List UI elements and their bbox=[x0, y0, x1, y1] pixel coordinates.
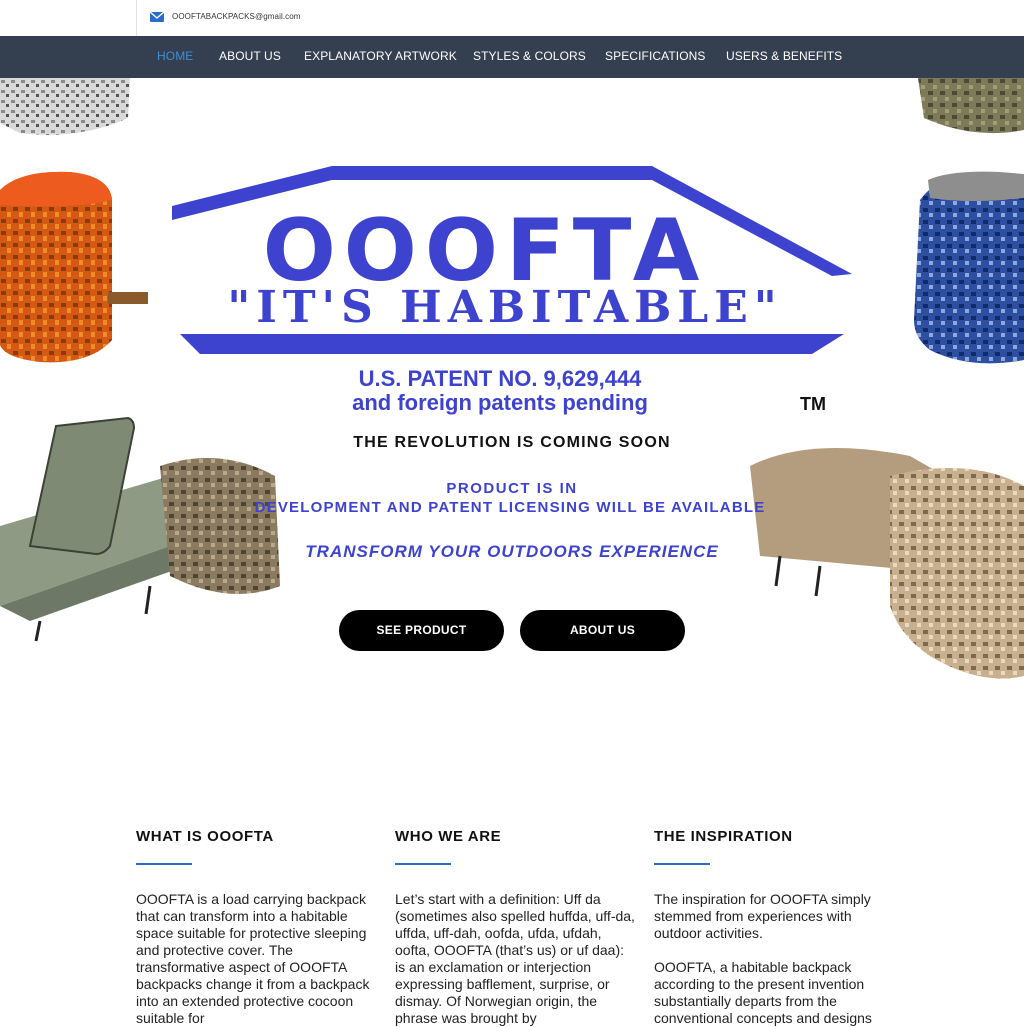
heading-underline bbox=[654, 863, 710, 865]
column-heading: WHO WE ARE bbox=[395, 828, 502, 845]
column-text: The inspiration for OOOFTA simply stemme… bbox=[654, 891, 871, 941]
logo-tagline: "IT'S HABITABLE" bbox=[227, 282, 783, 333]
see-product-button[interactable]: SEE PRODUCT bbox=[339, 610, 504, 651]
heading-underline bbox=[136, 863, 192, 865]
contact-email[interactable]: OOOFTABACKPACKS@gmail.com bbox=[172, 12, 301, 21]
column-text: OOOFTA, a habitable backpack according t… bbox=[654, 959, 872, 1026]
envelope-icon bbox=[150, 12, 164, 22]
backpack-image-orange bbox=[0, 171, 148, 363]
nav-styles-colors[interactable]: STYLES & COLORS bbox=[473, 49, 586, 63]
cot-image-desert bbox=[750, 448, 1024, 679]
patent-number: U.S. PATENT NO. 9,629,444 bbox=[358, 366, 642, 391]
column-what-is: WHAT IS OOOFTA OOOFTA is a load carrying… bbox=[136, 828, 376, 1027]
about-us-button[interactable]: ABOUT US bbox=[520, 610, 685, 651]
backpack-image-top-left bbox=[0, 78, 130, 135]
revolution-headline: THE REVOLUTION IS COMING SOON bbox=[353, 434, 671, 451]
main-nav: HOME ABOUT US EXPLANATORY ARTWORK STYLES… bbox=[0, 36, 1024, 78]
column-who-we-are: WHO WE ARE Let’s start with a definition… bbox=[395, 828, 635, 1027]
cot-image-green bbox=[0, 416, 280, 642]
column-text: Let’s start with a definition: Uff da (s… bbox=[395, 891, 635, 1026]
nav-about-us[interactable]: ABOUT US bbox=[219, 49, 281, 63]
nav-specifications[interactable]: SPECIFICATIONS bbox=[605, 49, 706, 63]
top-bar-divider bbox=[136, 0, 137, 36]
trademark-symbol: TM bbox=[800, 394, 826, 414]
column-heading: WHAT IS OOOFTA bbox=[136, 828, 274, 845]
nav-explanatory-artwork[interactable]: EXPLANATORY ARTWORK bbox=[304, 49, 457, 63]
development-line-2: DEVELOPMENT AND PATENT LICENSING WILL BE… bbox=[254, 499, 766, 516]
nav-home[interactable]: HOME bbox=[157, 49, 193, 63]
hero-banner: OOOFTA "IT'S HABITABLE" U.S. PATENT NO. … bbox=[0, 78, 1024, 708]
column-heading: THE INSPIRATION bbox=[654, 828, 793, 845]
patent-pending: and foreign patents pending bbox=[352, 390, 648, 415]
nav-users-benefits[interactable]: USERS & BENEFITS bbox=[726, 49, 842, 63]
development-line-1: PRODUCT IS IN bbox=[446, 480, 578, 497]
heading-underline bbox=[395, 863, 451, 865]
column-text: OOOFTA is a load carrying backpack that … bbox=[136, 891, 370, 1026]
transform-tagline: TRANSFORM YOUR OUTDOORS EXPERIENCE bbox=[305, 542, 719, 561]
backpack-image-top-right bbox=[918, 78, 1024, 134]
backpack-image-blue bbox=[914, 171, 1024, 364]
column-inspiration: THE INSPIRATION The inspiration for OOOF… bbox=[654, 828, 894, 1027]
top-bar: OOOFTABACKPACKS@gmail.com bbox=[0, 0, 1024, 36]
